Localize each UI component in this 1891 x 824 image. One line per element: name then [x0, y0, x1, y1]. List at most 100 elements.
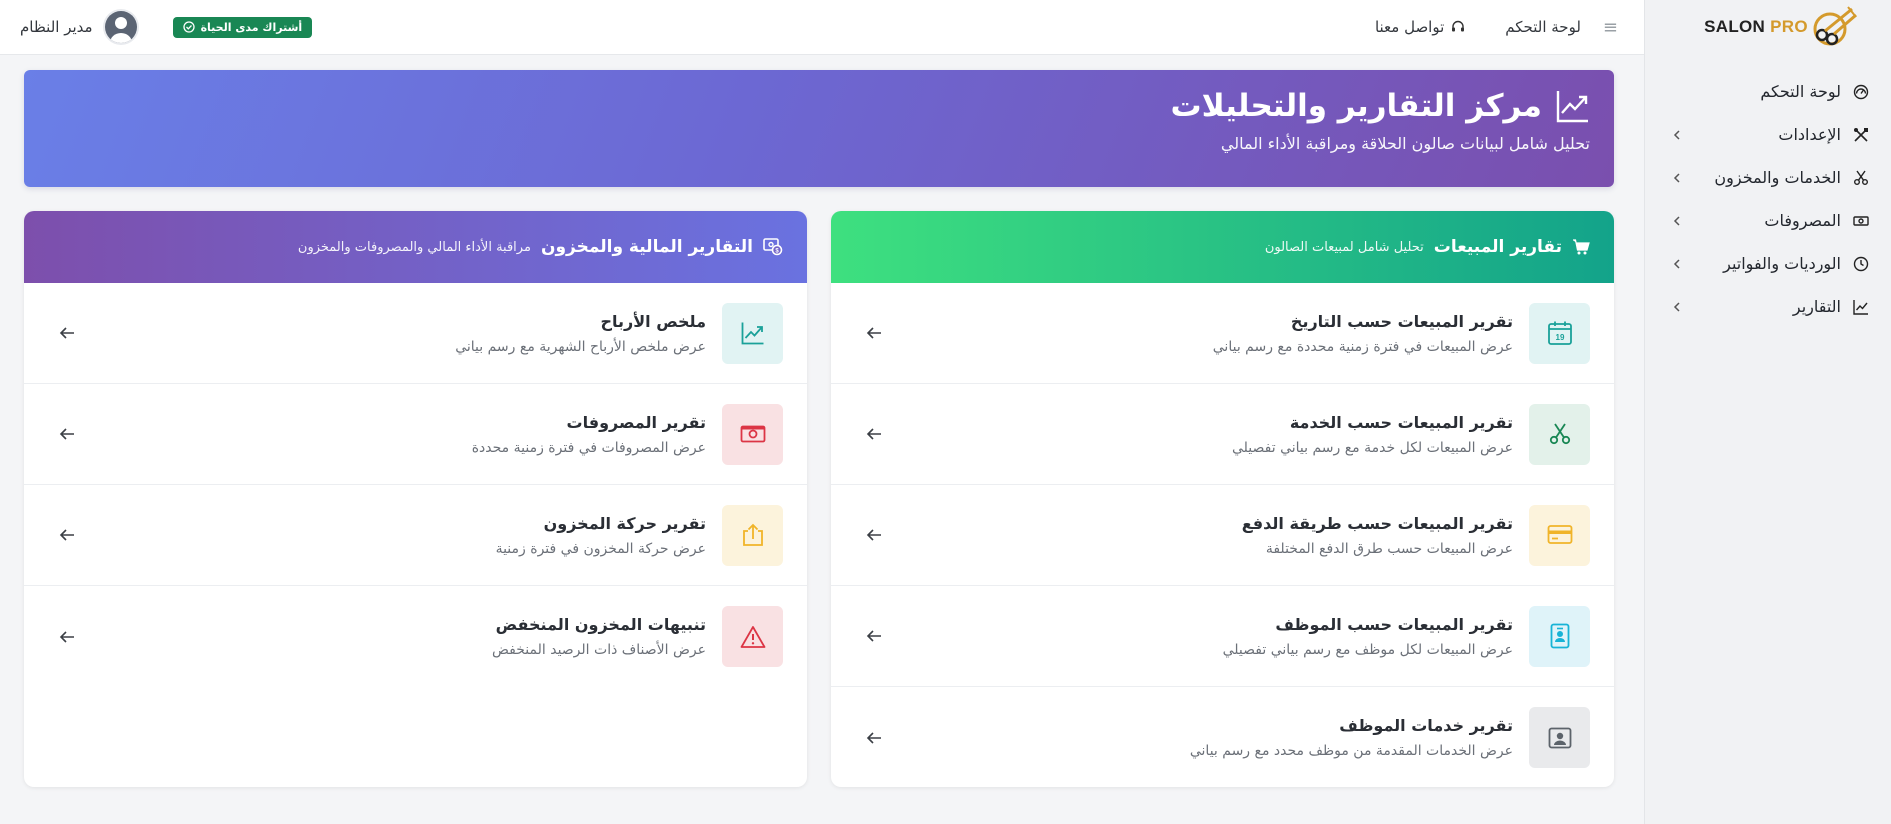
arrow-left-icon: [866, 529, 881, 541]
report-desc: عرض المبيعات حسب طرق الدفع المختلفة: [1265, 540, 1513, 557]
chevron-left-icon: [1673, 172, 1680, 183]
page-title: مركز التقارير والتحليلات: [1170, 88, 1590, 124]
dashboard-gauge-icon: [1851, 82, 1871, 102]
person-square-icon: [1529, 707, 1590, 768]
id-badge-icon: [1529, 605, 1590, 667]
main-content: مركز التقارير والتحليلات تحليل شامل لبيا…: [0, 55, 1644, 824]
report-title: ملخص الأرباح: [600, 311, 706, 331]
cash-coin-icon: $: [763, 238, 783, 256]
finance-card-subtitle: مراقبة الأداء المالي والمصروفات والمخزون: [297, 239, 531, 255]
report-columns: تقارير المبيعات تحليل شامل لمبيعات الصال…: [24, 211, 1614, 787]
sidebar-item-expenses[interactable]: المصروفات: [1645, 199, 1891, 242]
report-sales-by-employee[interactable]: تقرير المبيعات حسب الموظف عرض المبيعات ل…: [831, 586, 1614, 687]
clock-icon: [1851, 254, 1871, 274]
report-employee-services[interactable]: تقرير خدمات الموظف عرض الخدمات المقدمة م…: [831, 687, 1614, 787]
finance-card-title: التقارير المالية والمخزون: [540, 237, 753, 257]
sidebar-item-label: المصروفات: [1764, 211, 1841, 230]
report-title: تقرير المبيعات حسب طريقة الدفع: [1241, 513, 1513, 533]
user-name: مدير النظام: [20, 18, 93, 36]
sidebar-item-label: الورديات والفواتير: [1723, 254, 1841, 273]
finance-card-header: $ التقارير المالية والمخزون مراقبة الأدا…: [24, 211, 807, 283]
report-desc: عرض المبيعات لكل خدمة مع رسم بياني تفصيل…: [1231, 439, 1513, 456]
report-sales-by-payment-method[interactable]: تقرير المبيعات حسب طريقة الدفع عرض المبي…: [831, 485, 1614, 586]
sales-reports-card: تقارير المبيعات تحليل شامل لمبيعات الصال…: [831, 211, 1614, 787]
tools-icon: [1851, 125, 1871, 145]
report-profit-summary[interactable]: ملخص الأرباح عرض ملخص الأرباح الشهرية مع…: [24, 283, 807, 384]
graph-up-icon: [722, 302, 783, 364]
sidebar: SALON PRO لوحة التحكم الإعدادات الخدمات …: [1644, 0, 1891, 824]
report-title: تقرير المبيعات حسب الموظف: [1275, 614, 1513, 634]
chevron-left-icon: [1673, 215, 1680, 226]
page-title-text: مركز التقارير والتحليلات: [1170, 88, 1542, 124]
page-subtitle: تحليل شامل لبيانات صالون الحلاقة ومراقبة…: [1220, 134, 1590, 153]
cart-icon: [1572, 238, 1590, 256]
sidebar-item-shifts-invoices[interactable]: الورديات والفواتير: [1645, 242, 1891, 285]
arrow-left-icon: [59, 327, 74, 339]
arrow-left-icon: [59, 428, 74, 440]
calendar-icon: 19: [1529, 302, 1590, 364]
brand-name: SALON PRO: [1704, 17, 1808, 36]
report-expenses[interactable]: تقرير المصروفات عرض المصروفات في فترة زم…: [24, 384, 807, 485]
report-sales-by-date[interactable]: 19 تقرير المبيعات حسب التاريخ عرض المبيع…: [831, 283, 1614, 384]
chevron-left-icon: [1673, 129, 1680, 140]
hamburger-icon[interactable]: ≡: [1603, 17, 1618, 38]
subscription-label: أشتراك مدى الحياة: [200, 20, 303, 34]
cash-icon: [722, 403, 783, 465]
cash-icon: [1851, 211, 1871, 231]
sidebar-item-services-inventory[interactable]: الخدمات والمخزون: [1645, 156, 1891, 199]
report-desc: عرض ملخص الأرباح الشهرية مع رسم بياني: [455, 338, 706, 355]
sidebar-item-reports[interactable]: التقارير: [1645, 285, 1891, 328]
reports-hero-banner: مركز التقارير والتحليلات تحليل شامل لبيا…: [24, 70, 1614, 187]
line-chart-icon: [1851, 297, 1871, 317]
report-sales-by-service[interactable]: تقرير المبيعات حسب الخدمة عرض المبيعات ل…: [831, 384, 1614, 485]
sales-card-title: تقارير المبيعات: [1433, 237, 1562, 257]
chevron-left-icon: [1673, 301, 1680, 312]
subscription-badge: أشتراك مدى الحياة: [172, 16, 313, 38]
report-inventory-movement[interactable]: تقرير حركة المخزون عرض حركة المخزون في ف…: [24, 485, 807, 586]
sidebar-item-settings[interactable]: الإعدادات: [1645, 113, 1891, 156]
scissors-icon: [1529, 403, 1590, 465]
user-menu[interactable]: مدير النظام: [20, 11, 137, 43]
calendar-day: 19: [1555, 333, 1564, 342]
arrow-left-icon: [59, 529, 74, 541]
report-title: تقرير حركة المخزون: [543, 513, 706, 533]
sidebar-item-label: الإعدادات: [1778, 125, 1841, 144]
contact-label: تواصل معنا: [1374, 18, 1445, 36]
finance-reports-card: $ التقارير المالية والمخزون مراقبة الأدا…: [24, 211, 807, 787]
report-title: تقرير المبيعات حسب الخدمة: [1289, 412, 1513, 432]
chevron-left-icon: [1673, 258, 1680, 269]
sales-card-header: تقارير المبيعات تحليل شامل لمبيعات الصال…: [831, 211, 1614, 283]
report-desc: عرض المبيعات لكل موظف مع رسم بياني تفصيل…: [1222, 641, 1513, 658]
report-desc: عرض المصروفات في فترة زمنية محددة: [471, 439, 706, 456]
scissors-icon: [1851, 168, 1871, 188]
arrow-left-icon: [866, 428, 881, 440]
graph-up-icon: [1556, 91, 1588, 123]
sidebar-item-dashboard[interactable]: لوحة التحكم: [1645, 70, 1891, 113]
report-low-stock-alerts[interactable]: تنبيهات المخزون المنخفض عرض الأصناف ذات …: [24, 586, 807, 687]
topbar-dashboard-link[interactable]: لوحة التحكم: [1505, 18, 1581, 36]
arrow-left-icon: [866, 731, 881, 744]
report-title: تقرير خدمات الموظف: [1339, 716, 1513, 735]
report-desc: عرض المبيعات في فترة زمنية محددة مع رسم …: [1212, 338, 1513, 355]
scissors-logo-icon: [1813, 6, 1857, 46]
avatar: [104, 11, 137, 43]
sales-card-subtitle: تحليل شامل لمبيعات الصالون: [1264, 239, 1424, 255]
headset-icon: [1452, 20, 1465, 32]
arrow-left-icon: [866, 327, 881, 339]
credit-card-icon: [1529, 504, 1590, 566]
sidebar-nav: لوحة التحكم الإعدادات الخدمات والمخزون ا…: [1645, 70, 1891, 328]
topbar-contact-link[interactable]: تواصل معنا: [1375, 18, 1465, 36]
brand-logo[interactable]: SALON PRO: [1645, 0, 1891, 54]
sidebar-item-label: التقارير: [1792, 297, 1841, 316]
sidebar-item-label: لوحة التحكم: [1760, 82, 1841, 101]
report-desc: عرض حركة المخزون في فترة زمنية: [495, 540, 706, 557]
report-desc: عرض الأصناف ذات الرصيد المنخفض: [492, 642, 706, 658]
box-arrow-up-icon: [722, 504, 783, 566]
arrow-left-icon: [866, 630, 881, 642]
report-desc: عرض الخدمات المقدمة من موظف محدد مع رسم …: [1189, 743, 1513, 759]
warning-triangle-icon: [722, 606, 783, 667]
report-title: تقرير المصروفات: [566, 412, 706, 432]
check-circle-icon: [182, 21, 195, 33]
top-navbar: ≡ لوحة التحكم تواصل معنا أشتراك مدى الحي…: [0, 0, 1644, 55]
report-title: تنبيهات المخزون المنخفض: [495, 615, 706, 634]
